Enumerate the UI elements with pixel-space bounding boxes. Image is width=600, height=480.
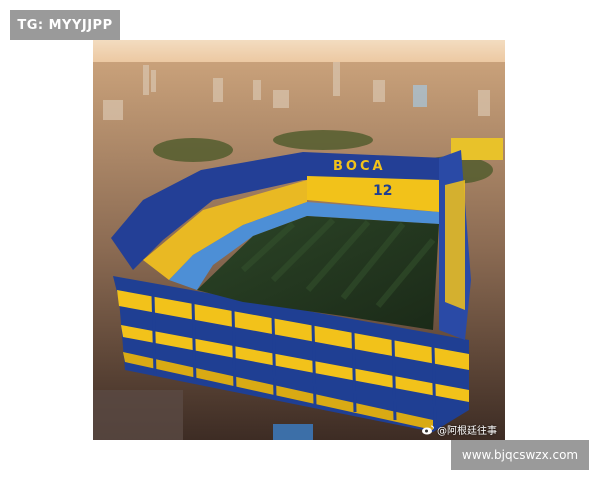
stand-number: 12 [373,183,392,199]
right-stand-yellow [445,180,465,310]
tg-badge: TG: MYYJJPP [10,10,120,40]
blue-roof [273,424,313,440]
watermark-text: @阿根廷往事 [437,426,497,437]
weibo-icon [422,425,434,434]
stadium-photo: 12 BOCA @阿根廷往事 [93,40,505,440]
street-buildings [93,390,183,440]
stadium-illustration: 12 BOCA [93,40,505,440]
website-badge: www.bjqcswzx.com [451,440,589,470]
weibo-watermark: @阿根廷往事 [422,422,497,437]
stand-lettering: BOCA [333,159,386,174]
